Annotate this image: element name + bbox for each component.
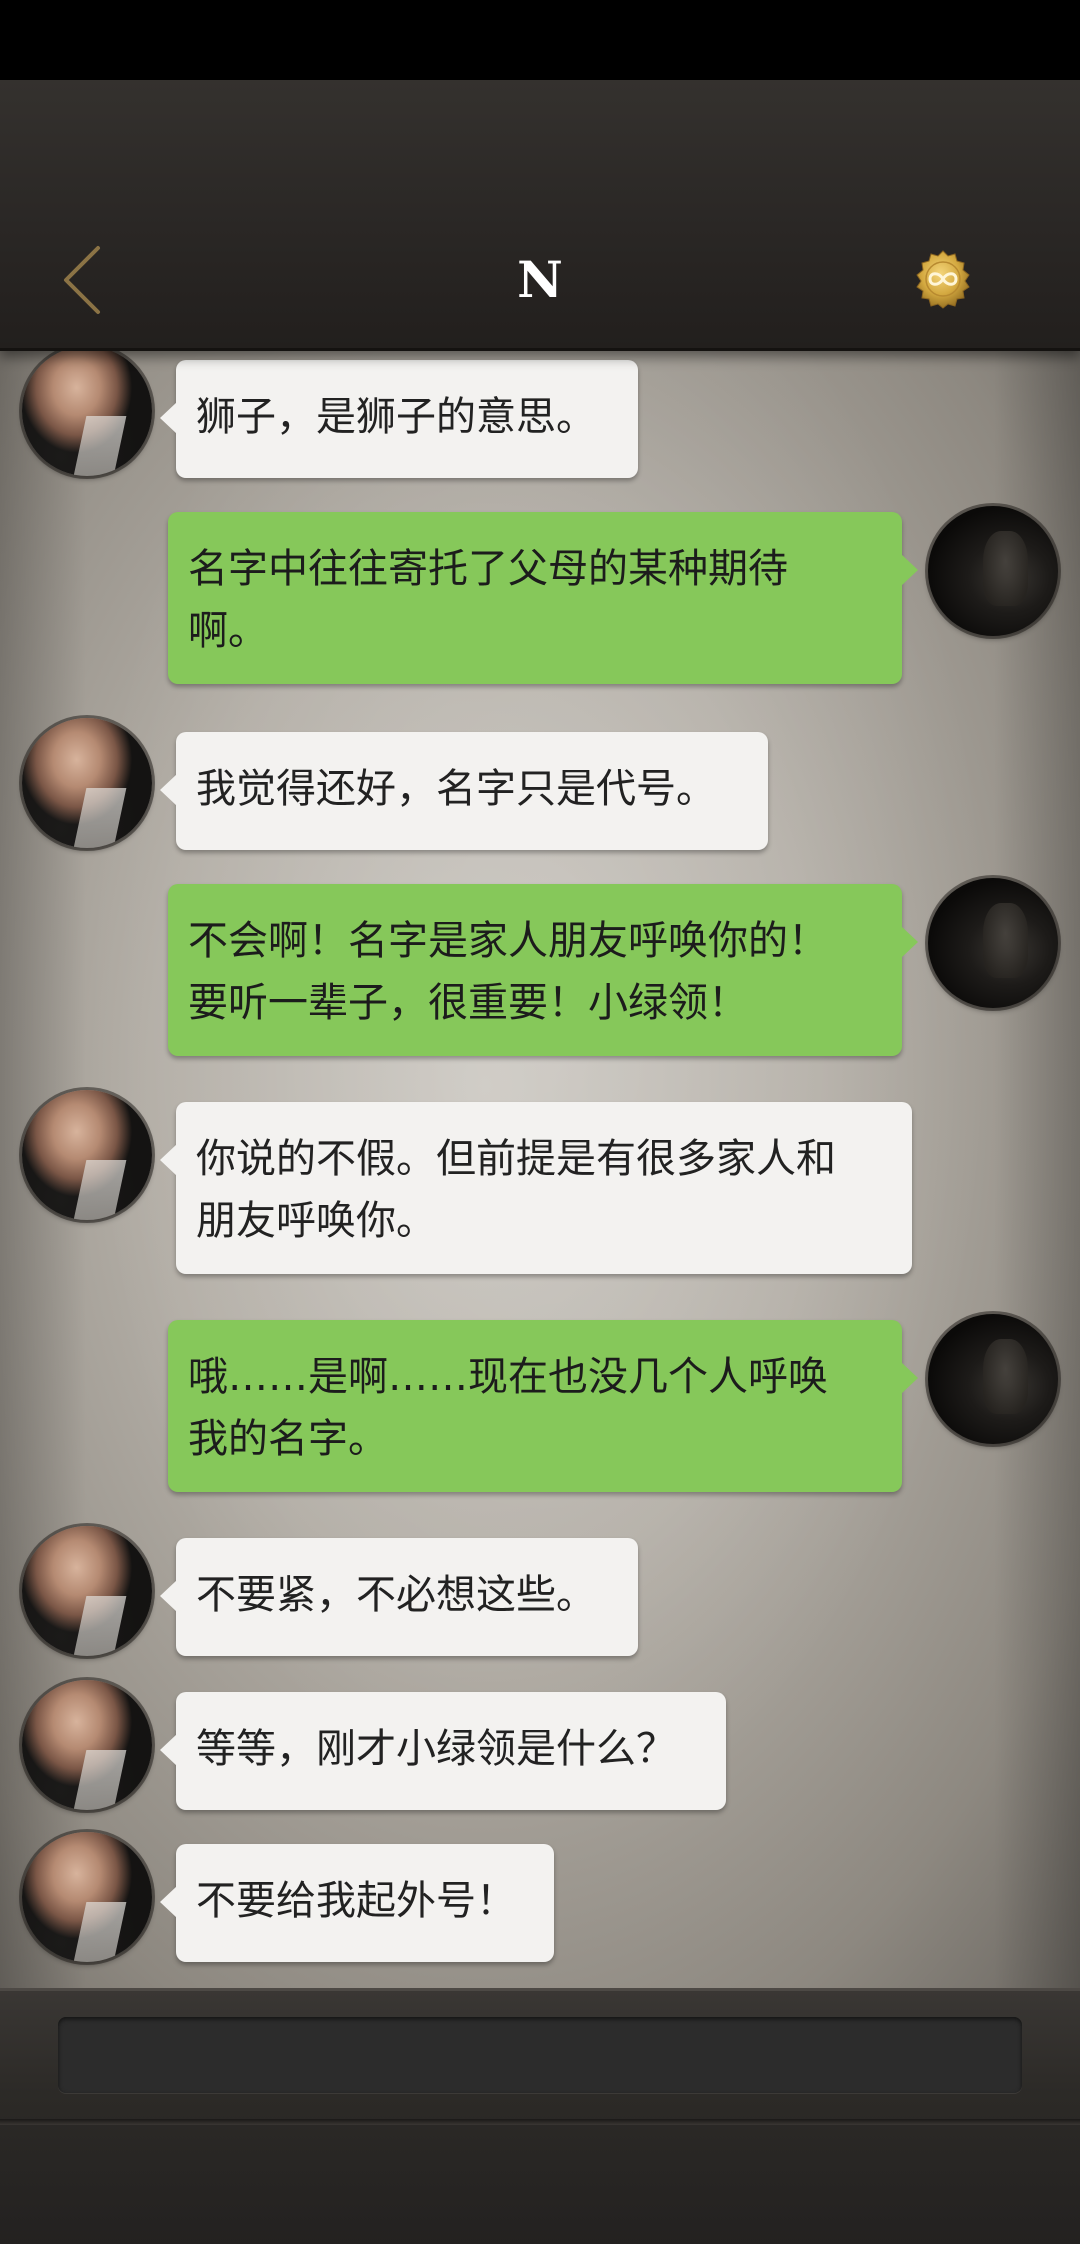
vip-badge-button[interactable] [912,248,974,310]
message-text-line: 啊。 [188,608,268,654]
incoming-message-bubble[interactable]: 不要紧，不必想这些。 [160,1538,638,1656]
message-text: 不要给我起外号！ [196,1878,516,1924]
outgoing-message-bubble[interactable]: 名字中往往寄托了父母的某种期待 啊。 [168,512,918,684]
incoming-message-bubble[interactable]: 你说的不假。但前提是有很多家人和 朋友呼唤你。 [160,1102,912,1274]
contact-avatar[interactable] [22,718,152,848]
message-text-line: 要听一辈子，很重要！小绿领！ [188,980,748,1026]
incoming-message-bubble[interactable]: 等等，刚才小绿领是什么？ [160,1692,726,1810]
message-text-line: 我的名字。 [188,1416,388,1462]
message-text-line: 朋友呼唤你。 [196,1198,436,1244]
message-text: 不要紧，不必想这些。 [196,1572,596,1618]
user-avatar[interactable] [928,506,1058,636]
message-text: 我觉得还好，名字只是代号。 [196,766,716,812]
status-bar [0,0,1080,80]
incoming-message-bubble[interactable]: 狮子，是狮子的意思。 [160,360,638,478]
contact-avatar[interactable] [22,348,152,476]
message-text-line: 名字中往往寄托了父母的某种期待 [188,546,788,592]
user-avatar[interactable] [928,878,1058,1008]
incoming-message-bubble[interactable]: 不要给我起外号！ [160,1844,554,1962]
message-text-line: 不会啊！名字是家人朋友呼唤你的！ [188,918,828,964]
chat-header: N [0,80,1080,351]
divider [0,2119,1080,2125]
message-text-line: 你说的不假。但前提是有很多家人和 [196,1136,836,1182]
message-text-line: 哦……是啊……现在也没几个人呼唤 [188,1354,828,1400]
message-text: 等等，刚才小绿领是什么？ [196,1726,676,1772]
contact-avatar[interactable] [22,1680,152,1810]
outgoing-message-bubble[interactable]: 哦……是啊……现在也没几个人呼唤 我的名字。 [168,1320,918,1492]
infinity-seal-icon [916,250,970,309]
incoming-message-bubble[interactable]: 我觉得还好，名字只是代号。 [160,732,768,850]
contact-avatar[interactable] [22,1090,152,1220]
message-input[interactable] [58,2017,1022,2093]
contact-avatar[interactable] [22,1526,152,1656]
input-bar [0,1988,1080,2244]
user-avatar[interactable] [928,1314,1058,1444]
contact-avatar[interactable] [22,1832,152,1962]
chat-area[interactable]: 狮子，是狮子的意思。 名字中往往寄托了父母的某种期待 啊。 我觉得还好，名字只是… [0,348,1080,1988]
message-text: 狮子，是狮子的意思。 [196,394,596,440]
outgoing-message-bubble[interactable]: 不会啊！名字是家人朋友呼唤你的！ 要听一辈子，很重要！小绿领！ [168,884,918,1056]
